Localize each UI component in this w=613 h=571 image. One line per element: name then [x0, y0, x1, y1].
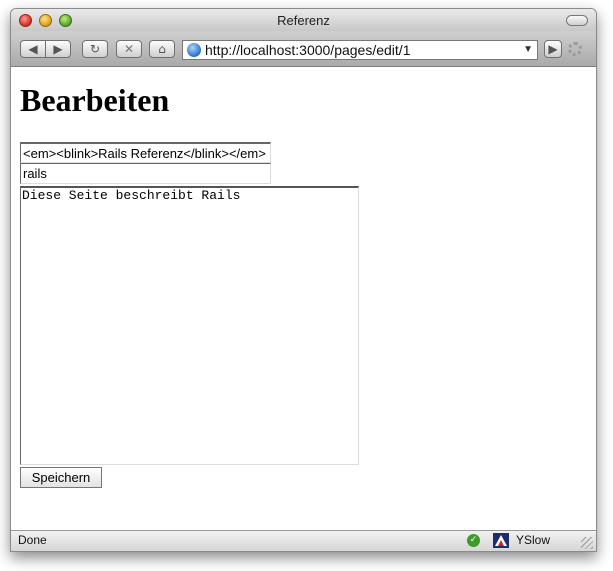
address-bar[interactable]: http://localhost:3000/pages/edit/1 ▼ — [182, 40, 538, 60]
reload-icon: ↻ — [89, 42, 101, 56]
permalink-input[interactable] — [20, 163, 271, 184]
forward-arrow-icon: ▶ — [53, 42, 63, 56]
browser-window: Referenz ◀ ▶ ↻ ✕ ⌂ http://localhost:3000… — [10, 8, 597, 552]
forward-button[interactable]: ▶ — [45, 40, 71, 58]
save-button[interactable]: Speichern — [20, 467, 102, 488]
loading-spinner-icon — [568, 42, 582, 56]
yslow-label[interactable]: YSlow — [516, 533, 550, 547]
address-text[interactable]: http://localhost:3000/pages/edit/1 — [205, 42, 410, 58]
resize-grip-icon[interactable] — [581, 537, 593, 549]
title-bar: Referenz — [11, 9, 596, 31]
home-icon: ⌂ — [158, 42, 166, 56]
title-input[interactable] — [20, 142, 271, 163]
history-dropdown-icon[interactable]: ▼ — [523, 44, 533, 55]
reload-button[interactable]: ↻ — [82, 40, 108, 58]
back-arrow-icon: ◀ — [28, 42, 38, 56]
status-text: Done — [18, 533, 47, 547]
navigation-toolbar: ◀ ▶ ↻ ✕ ⌂ http://localhost:3000/pages/ed… — [11, 31, 596, 67]
toolbar-toggle-button[interactable] — [566, 15, 588, 26]
yslow-icon[interactable] — [493, 533, 509, 548]
page-content: Bearbeiten Diese Seite beschreibt Rails … — [11, 67, 596, 531]
back-button[interactable]: ◀ — [20, 40, 46, 58]
stop-icon: ✕ — [123, 42, 135, 56]
home-button[interactable]: ⌂ — [149, 40, 175, 58]
window-title: Referenz — [277, 13, 330, 28]
page-heading: Bearbeiten — [20, 82, 170, 118]
stop-button[interactable]: ✕ — [116, 40, 142, 58]
globe-icon — [187, 43, 201, 57]
body-textarea[interactable]: Diese Seite beschreibt Rails — [20, 186, 359, 465]
status-bar: Done ✓ YSlow — [11, 530, 596, 551]
go-button[interactable]: ▶ — [544, 40, 562, 58]
check-icon: ✓ — [467, 534, 480, 547]
play-icon: ▶ — [548, 42, 558, 56]
